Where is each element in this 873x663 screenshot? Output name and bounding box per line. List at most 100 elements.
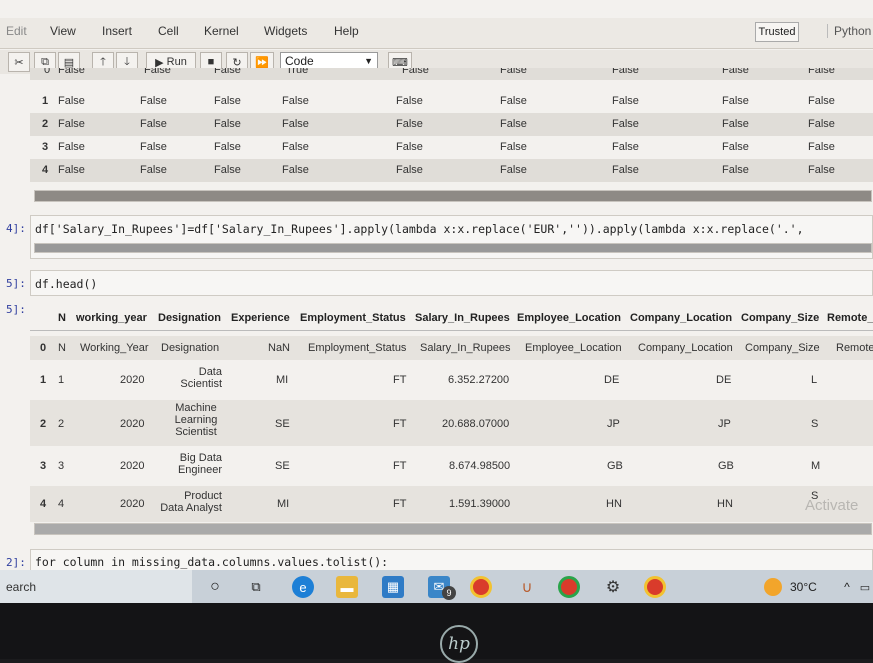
laptop-bezel <box>0 603 873 659</box>
cell: False <box>500 118 527 130</box>
cell: L <box>811 374 818 386</box>
row-index: 2 <box>42 118 49 130</box>
cell: False <box>214 141 241 153</box>
cell: False <box>612 68 639 76</box>
taskbar-search[interactable]: earch <box>0 570 192 603</box>
menu-view[interactable]: View <box>50 24 76 38</box>
cell: FT <box>393 460 407 472</box>
cell: S <box>811 418 819 430</box>
cell: False <box>722 118 749 130</box>
cell: False <box>722 68 749 76</box>
cut-button[interactable]: ✂ <box>8 52 30 72</box>
file-explorer-icon[interactable]: ▬ <box>336 576 358 598</box>
cell: 4 <box>58 498 65 510</box>
menu-widgets[interactable]: Widgets <box>264 24 307 38</box>
cell: DE <box>604 374 620 386</box>
dataframe-scrollbar[interactable] <box>34 523 872 535</box>
cell: JP <box>607 418 620 430</box>
trusted-badge[interactable]: Trusted <box>755 22 799 42</box>
cell: False <box>282 95 309 107</box>
cell: GB <box>607 460 623 472</box>
cell: 3 <box>58 460 65 472</box>
horizontal-scrollbar[interactable] <box>34 190 872 202</box>
weather-icon[interactable] <box>764 578 782 596</box>
menu-cell[interactable]: Cell <box>158 24 179 38</box>
cell: False <box>808 95 835 107</box>
row-index: 3 <box>40 460 47 472</box>
cell: DE <box>716 374 732 386</box>
cell: 0 <box>44 68 51 76</box>
cell: False <box>612 95 639 107</box>
cell: True <box>286 68 309 76</box>
table-row: 1 1 2020 Data Scientist MI FT 6.352.2720… <box>30 362 873 398</box>
cell: 1 <box>58 374 65 386</box>
cell: False <box>396 95 423 107</box>
keyboard-icon: ⌨ <box>392 56 408 69</box>
menu-kernel[interactable]: Kernel <box>204 24 239 38</box>
cell: 1.591.39000 <box>449 498 511 510</box>
cell: 8.674.98500 <box>449 460 511 472</box>
cell: MI <box>277 498 290 510</box>
table-row: 0 N Working_Year Designation NaN Employm… <box>30 336 873 360</box>
chrome-icon[interactable] <box>470 576 492 598</box>
cell: False <box>140 164 167 176</box>
chrome-icon-2[interactable] <box>644 576 666 598</box>
copy-icon: ⧉ <box>41 55 49 68</box>
edge-icon[interactable]: e <box>292 576 314 598</box>
menu-insert[interactable]: Insert <box>102 24 132 38</box>
cell: False <box>140 118 167 130</box>
cell: 2020 <box>120 460 145 472</box>
column-header: Employee_Location <box>517 312 621 324</box>
code-line: df['Salary_In_Rupees']=df['Salary_In_Rup… <box>35 222 804 236</box>
cell: False <box>58 95 85 107</box>
cell: False <box>58 118 85 130</box>
temperature: 30°C <box>790 580 817 594</box>
kernel-name: Python <box>827 24 871 38</box>
code-cell-head[interactable]: df.head() <box>30 270 873 296</box>
row-index: 0 <box>40 342 47 354</box>
cell: False <box>612 164 639 176</box>
cell: False <box>612 118 639 130</box>
store-icon[interactable]: ▦ <box>382 576 404 598</box>
cell: False <box>396 118 423 130</box>
cell: SE <box>275 460 290 472</box>
cell: 2020 <box>120 418 145 430</box>
anaconda-icon[interactable]: ∪ <box>516 576 538 598</box>
battery-icon[interactable]: ▭ <box>854 576 873 598</box>
table-row: 3 False False False False False False Fa… <box>30 136 873 159</box>
cell: False <box>58 68 85 76</box>
code-scrollbar[interactable] <box>34 243 872 253</box>
menu-edit[interactable]: Edit <box>6 24 27 38</box>
cell: False <box>58 164 85 176</box>
code-line: df.head() <box>35 277 98 291</box>
cell: Salary_In_Rupees <box>420 342 511 354</box>
cell: False <box>58 141 85 153</box>
chrome-profile-icon[interactable] <box>558 576 580 598</box>
cell-prompt: 4]: <box>6 222 26 235</box>
cell: False <box>282 141 309 153</box>
cell: Machine Learning Scientist <box>174 402 218 438</box>
task-view-icon[interactable]: ⧉ <box>245 576 267 598</box>
cortana-icon[interactable]: ○ <box>204 576 226 598</box>
cell: False <box>500 95 527 107</box>
paste-icon: ▤ <box>63 56 75 69</box>
column-header: Company_Location <box>630 312 733 324</box>
search-text: earch <box>6 579 37 594</box>
cell: GB <box>718 460 734 472</box>
gear-icon[interactable]: ⚙ <box>602 576 624 598</box>
header-divider <box>30 330 873 331</box>
cell: False <box>500 141 527 153</box>
mail-badge: 9 <box>442 586 456 600</box>
cell: False <box>214 68 241 76</box>
cell: False <box>722 95 749 107</box>
table-row: 4 False False False False False False Fa… <box>30 159 873 182</box>
cell: 6.352.27200 <box>448 374 510 386</box>
cell: 20.688.07000 <box>442 418 510 430</box>
column-header: N <box>58 312 66 324</box>
column-header: Designation <box>158 312 221 324</box>
menu-help[interactable]: Help <box>334 24 359 38</box>
table-row: 4 4 2020 Product Data Analyst MI FT 1.59… <box>30 486 873 522</box>
cell: HN <box>717 498 733 510</box>
cell: Employee_Location <box>525 342 622 354</box>
row-index: 3 <box>42 141 49 153</box>
